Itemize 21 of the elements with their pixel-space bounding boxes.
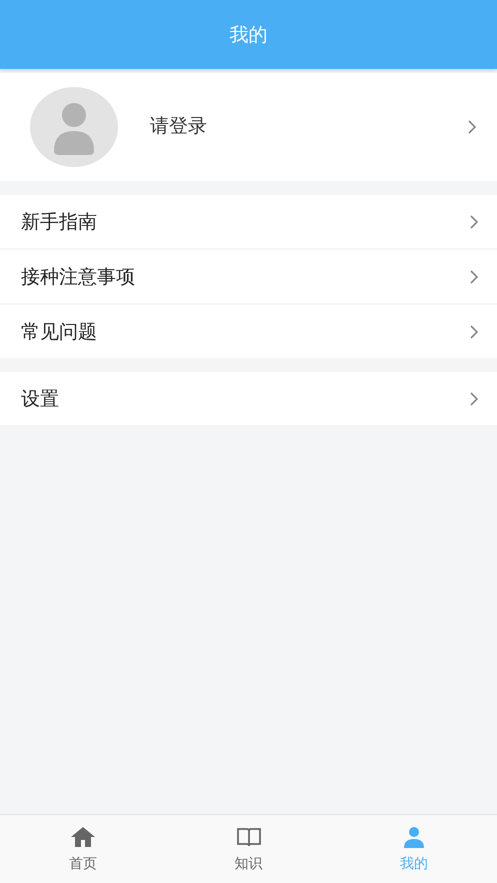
login-prompt: 请登录 [150, 114, 208, 139]
login-row[interactable]: 请登录 [0, 73, 497, 181]
avatar-icon [30, 87, 118, 167]
home-icon [70, 825, 96, 849]
menu-label: 设置 [21, 386, 60, 412]
menu-label: 常见问题 [21, 320, 98, 344]
page-title: 我的 [230, 22, 268, 48]
chevron-right-icon [469, 324, 479, 340]
menu-item[interactable]: 常见问题 [0, 305, 497, 358]
tab[interactable]: 首页 [0, 815, 166, 883]
chevron-right-icon [469, 268, 479, 284]
chevron-right-icon [469, 390, 479, 406]
tab[interactable]: 知识 [166, 815, 332, 883]
menu-item[interactable]: 接种注意事项 [0, 250, 497, 303]
chevron-right-icon [467, 119, 477, 135]
menu-item[interactable]: 设置 [0, 372, 497, 425]
book-icon [236, 825, 262, 849]
menu-label: 接种注意事项 [21, 264, 136, 290]
chevron-right-icon [469, 214, 479, 230]
menu-label: 新手指南 [21, 210, 98, 234]
menu-item[interactable]: 新手指南 [0, 195, 497, 248]
